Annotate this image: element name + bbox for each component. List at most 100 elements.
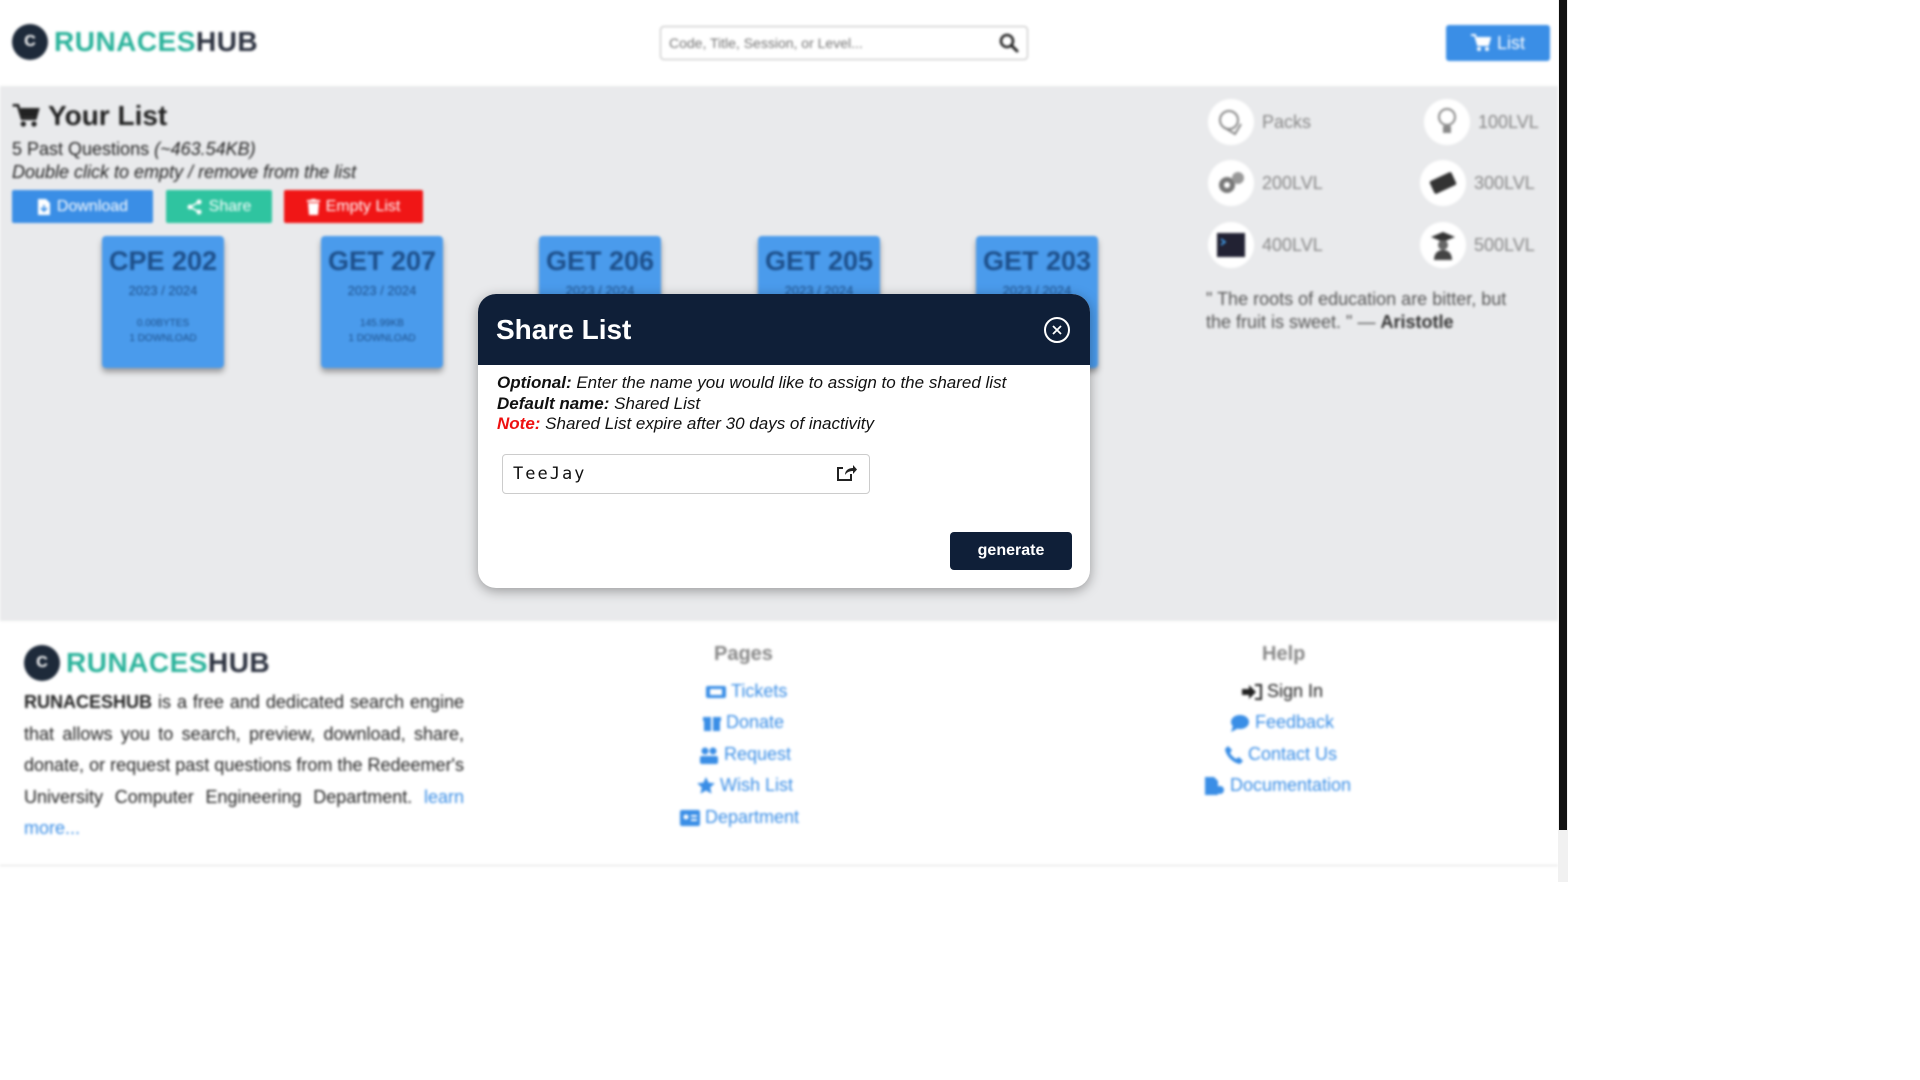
share-square-icon[interactable] — [837, 464, 857, 482]
wish-list-link[interactable]: Wish List — [697, 775, 793, 796]
list-button[interactable]: List — [1446, 25, 1550, 61]
card-downloads: 1 DOWNLOAD — [129, 333, 197, 344]
footer-description: RUNACESHUB is a free and dedicated searc… — [24, 687, 464, 845]
brand-name-part-b: HUB — [207, 647, 271, 678]
share-button[interactable]: Share — [166, 190, 272, 223]
documentation-label: Documentation — [1230, 775, 1352, 795]
tickets-label: Tickets — [731, 681, 788, 701]
question-card[interactable]: CPE 202 2023 / 2024 0.00BYTES 1 DOWNLOAD — [102, 236, 224, 368]
sign-in-label: Sign In — [1267, 681, 1324, 701]
empty-list-button[interactable]: Empty List — [284, 190, 423, 223]
request-label: Request — [724, 744, 792, 764]
trash-icon — [306, 198, 320, 215]
contact-us-label: Contact Us — [1248, 744, 1338, 764]
download-button[interactable]: Download — [12, 190, 153, 223]
brand-name-part-a: RUNACES — [66, 647, 208, 678]
default-text: Shared List — [609, 393, 701, 413]
logo-badge-icon: C — [12, 24, 48, 60]
documentation-link[interactable]: Documentation — [1205, 775, 1351, 796]
brand-name: RUNACESHUB — [54, 26, 258, 58]
file-icon — [1205, 776, 1224, 795]
category-200lvl[interactable]: 200LVL — [1208, 160, 1323, 206]
brand-name-part-b: HUB — [195, 26, 259, 57]
card-code: GET 203 — [982, 246, 1092, 276]
bulb-icon — [1424, 99, 1470, 145]
file-download-icon — [37, 198, 50, 215]
question-card[interactable]: GET 207 2023 / 2024 145.99KB 1 DOWNLOAD — [321, 236, 443, 368]
category-label: 200LVL — [1262, 172, 1323, 193]
graduate-icon — [1420, 222, 1466, 268]
wish-list-label: Wish List — [720, 775, 794, 795]
quote-text: " The roots of education are bitter, but… — [1206, 289, 1507, 332]
note-label: Note: — [497, 414, 541, 433]
search-icon[interactable] — [999, 33, 1019, 53]
feedback-label: Feedback — [1255, 712, 1335, 732]
brand-logo[interactable]: C RUNACESHUB — [12, 24, 258, 60]
card-size: 145.99KB — [360, 318, 404, 329]
card-session: 2023 / 2024 — [128, 283, 198, 298]
modal-header: Share List — [478, 294, 1090, 365]
list-name-input[interactable] — [503, 455, 835, 493]
donate-label: Donate — [726, 712, 785, 732]
phone-icon — [1225, 745, 1243, 764]
cart-icon — [12, 104, 40, 127]
gears-icon — [1208, 160, 1254, 206]
id-card-icon — [680, 809, 700, 826]
card-size: 0.00BYTES — [136, 318, 190, 329]
default-label: Default name: — [497, 393, 610, 413]
card-code: GET 205 — [764, 246, 874, 276]
logo-badge-icon: C — [24, 645, 60, 681]
sign-in-link[interactable]: Sign In — [1242, 681, 1323, 702]
contact-us-link[interactable]: Contact Us — [1225, 744, 1337, 765]
search-input[interactable] — [661, 27, 991, 59]
quote-author: Aristotle — [1380, 312, 1454, 332]
your-list-title: Your List — [48, 100, 168, 131]
donate-link[interactable]: Donate — [703, 712, 784, 733]
share-list-modal: Share List Optional: Enter the name you … — [478, 294, 1090, 588]
generate-button[interactable]: generate — [950, 532, 1072, 570]
department-label: Department — [705, 807, 800, 827]
tickets-link[interactable]: Tickets — [706, 681, 787, 702]
card-session: 2023 / 2024 — [347, 283, 417, 298]
category-packs[interactable]: Packs — [1208, 99, 1311, 145]
help-heading: Help — [1262, 643, 1306, 665]
note-text: Shared List expire after 30 days of inac… — [540, 414, 875, 433]
card-code: CPE 202 — [108, 246, 218, 276]
close-button[interactable] — [1044, 316, 1070, 343]
card-downloads: 1 DOWNLOAD — [348, 333, 416, 344]
category-label: 100LVL — [1478, 111, 1539, 132]
category-500lvl[interactable]: 500LVL — [1420, 222, 1535, 268]
top-header: C RUNACESHUB List — [0, 0, 1558, 86]
download-button-label: Download — [56, 197, 129, 215]
note-line: Note: Shared List expire after 30 days o… — [497, 414, 1071, 435]
footer-brand-logo[interactable]: C RUNACESHUB — [24, 645, 270, 681]
department-link[interactable]: Department — [680, 807, 799, 828]
close-icon — [1052, 324, 1062, 335]
list-name-field — [502, 454, 870, 494]
request-link[interactable]: Request — [699, 744, 791, 765]
modal-body: Optional: Enter the name you would like … — [478, 365, 1090, 443]
education-quote: " The roots of education are bitter, but… — [1206, 288, 1526, 334]
scrollbar-thumb[interactable] — [1559, 0, 1567, 830]
footer-divider — [0, 865, 1558, 866]
site-footer: C RUNACESHUB RUNACESHUB is a free and de… — [0, 621, 1558, 882]
category-label: 300LVL — [1474, 172, 1535, 193]
count-text: 5 Past Questions — [12, 139, 150, 159]
sign-in-icon — [1242, 683, 1262, 700]
gift-icon — [703, 716, 721, 731]
share-icon — [187, 199, 202, 214]
list-hint: Double click to empty / remove from the … — [12, 162, 357, 182]
packs-icon — [1208, 99, 1254, 145]
search-box — [660, 26, 1028, 60]
category-label: 500LVL — [1474, 234, 1535, 255]
default-line: Default name: Shared List — [497, 394, 1071, 415]
category-400lvl[interactable]: 400LVL — [1208, 222, 1323, 268]
footer-brand-name: RUNACESHUB — [66, 647, 270, 679]
category-label: 400LVL — [1262, 234, 1323, 255]
card-code: GET 207 — [327, 246, 437, 276]
category-300lvl[interactable]: 300LVL — [1420, 160, 1535, 206]
feedback-link[interactable]: Feedback — [1230, 712, 1334, 733]
category-100lvl[interactable]: 100LVL — [1424, 99, 1539, 145]
optional-line: Optional: Enter the name you would like … — [497, 373, 1071, 394]
past-question-count: 5 Past Questions (~463.54KB) — [12, 139, 256, 160]
